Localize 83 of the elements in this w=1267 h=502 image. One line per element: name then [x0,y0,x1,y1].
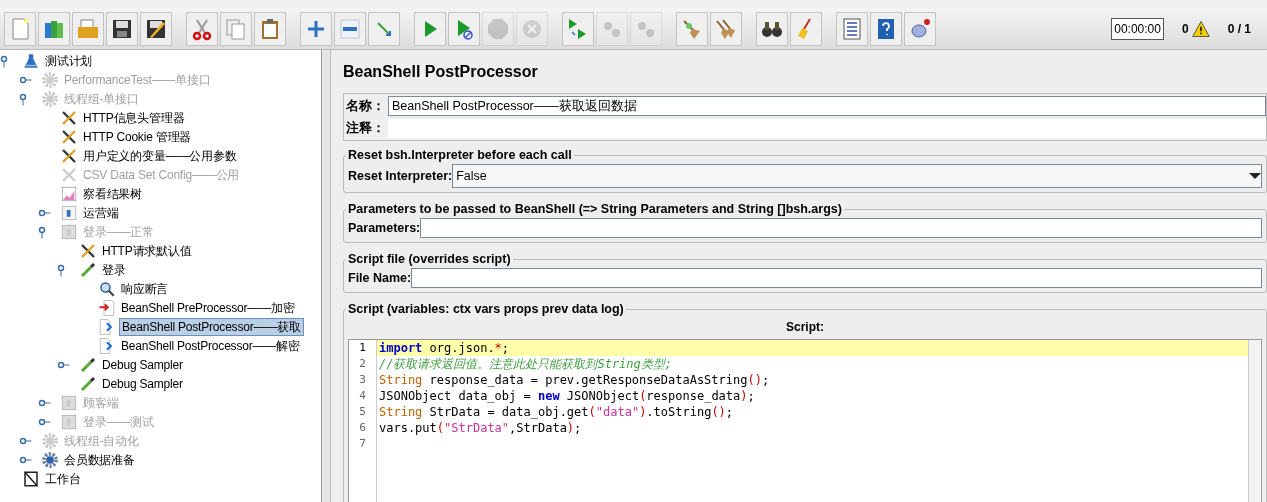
play-button[interactable] [414,11,446,46]
warning-count: 0 [1181,20,1189,38]
floppy-disk-button[interactable] [106,11,138,46]
tree-node[interactable]: 工作台 [43,470,83,487]
pipette-icon [79,355,97,374]
list-button[interactable] [836,11,868,46]
line-number: 2 [358,356,367,372]
controller-icon [60,222,78,241]
bug-button[interactable] [904,11,936,46]
code-line: String StrData = data_obj.get("data").toString(); [378,404,735,420]
warning-icon [1191,19,1210,38]
reset-interpreter-dropdown[interactable]: False [452,164,1262,188]
tree-node[interactable]: 测试计划 [43,52,95,69]
name-label: 名称： [346,97,385,115]
line-number: 3 [358,372,367,388]
plus-button[interactable] [300,11,332,46]
wrench-screwdriver-icon [79,241,97,260]
play-no-pause-button[interactable] [448,11,480,46]
binoculars-button[interactable] [756,11,788,46]
clipboard-button[interactable] [254,11,286,46]
wrench-screwdriver-icon [60,146,78,165]
folder-icon [76,16,100,41]
wrench-screwdriver-icon [60,108,78,127]
chart-icon [60,184,78,203]
wrench-screwdriver-icon [60,165,78,184]
remote-play-button[interactable] [562,11,594,46]
magnifier-icon [98,279,116,298]
gear-icon [41,450,59,469]
dropdown-value: False [456,167,488,185]
stop-sign-icon [486,16,510,41]
gear-icon [41,70,59,89]
brooms-button[interactable] [710,11,742,46]
slashed-square-icon [22,469,40,488]
line-number: 7 [358,436,367,452]
code-line: //获取请求返回值。注意此处只能获取到String类型; [378,356,674,372]
code-line: String response_data = prev.getResponseDataAsString(); [378,372,771,388]
list-icon [840,16,864,41]
code-line: vars.put("StrData",StrData); [378,420,583,436]
controller-icon [60,412,78,431]
gear-icon [41,431,59,450]
reset-interpreter-label: Reset Interpreter: [348,167,453,185]
comment-label: 注释： [346,120,385,138]
line-number: 5 [358,404,367,420]
line-number: 1 [358,340,367,356]
books-button[interactable] [38,11,70,46]
minus-icon [338,16,362,41]
pipette-icon [79,374,97,393]
toggle-arrows-button[interactable] [368,11,400,46]
controller-icon [60,393,78,412]
gear-icon [41,89,59,108]
script-file-heading: Script file (overrides script) [346,251,513,267]
reset-interpreter-heading: Reset bsh.Interpreter before each call [346,147,574,163]
elapsed-time: 00:00:00 [1111,17,1164,40]
script-heading: Script (variables: ctx vars props prev data log) [346,301,626,317]
controller-icon [60,203,78,222]
parameters-heading: Parameters to be passed to BeanShell (=> String Parameters and String []bsh.args) [346,201,844,217]
file-name-field[interactable] [411,268,1262,288]
parameters-field[interactable] [420,218,1262,238]
copy-pages-icon [224,16,248,41]
minus-button[interactable] [334,11,366,46]
name-field[interactable]: BeanShell PostProcessor——获取返回数据 [388,96,1266,116]
caret-icon [1249,172,1261,180]
script-editor[interactable] [348,339,1262,502]
scissors-button[interactable] [186,11,218,46]
line-number: 4 [358,388,367,404]
arrow-page-icon [98,298,116,317]
bug-icon [908,16,932,41]
script-label: Script: [785,319,825,336]
broom-button[interactable] [676,11,708,46]
tree-node[interactable]: 会员数据准备 [62,451,137,468]
file-name-label: File Name: [348,269,412,287]
help-book-button[interactable] [870,11,902,46]
scrollbar[interactable] [1248,340,1261,502]
parameters-label: Parameters: [348,219,421,237]
floppy-pencil-button[interactable] [140,11,172,46]
comment-field[interactable] [388,119,1266,138]
wrench-screwdriver-icon [60,127,78,146]
flask-icon [22,51,40,70]
line-number: 6 [358,420,367,436]
pipette-icon [79,260,97,279]
code-line: JSONObject data_obj = new JSONObject(response_data); [378,388,756,404]
panel-title: BeanShell PostProcessor [343,62,539,82]
thread-count: 0 / 1 [1227,20,1251,38]
